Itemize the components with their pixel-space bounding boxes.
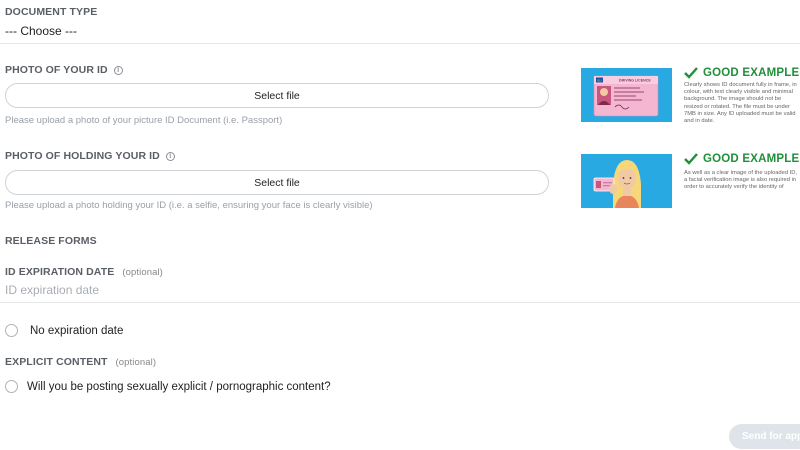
photo-id-example-description: Clearly shows ID document fully in frame…	[684, 82, 797, 125]
selfie-example-image	[581, 154, 672, 208]
divider	[0, 43, 800, 44]
holding-id-select-file-button[interactable]: Select file	[5, 170, 549, 195]
no-expiration-radio[interactable]	[5, 324, 18, 337]
holding-id-help-text: Please upload a photo holding your ID (i…	[5, 200, 373, 211]
card-header-text: DRIVING LICENCE	[619, 79, 651, 83]
info-icon[interactable]: i	[113, 65, 123, 75]
card-region-text: EU	[597, 78, 601, 82]
check-icon	[684, 67, 698, 79]
good-example-text: GOOD EXAMPLE	[703, 153, 800, 165]
document-type-select[interactable]: --- Choose ---	[5, 24, 77, 38]
id-card-example-image: EU DRIVING LICENCE	[581, 68, 672, 122]
holding-id-label-text: PHOTO OF HOLDING YOUR ID	[5, 150, 160, 162]
id-expiration-label: ID EXPIRATION DATE (optional)	[5, 266, 163, 278]
id-expiration-date-input[interactable]: ID expiration date	[5, 283, 99, 297]
photo-id-good-example-title: GOOD EXAMPLE	[684, 67, 799, 79]
id-expiration-label-text: ID EXPIRATION DATE	[5, 266, 115, 278]
photo-id-label: PHOTO OF YOUR ID i	[5, 64, 123, 76]
document-type-label: DOCUMENT TYPE	[5, 6, 97, 18]
explicit-content-option[interactable]: Will you be posting sexually explicit / …	[5, 380, 331, 393]
explicit-content-radio[interactable]	[5, 380, 18, 393]
no-expiration-option[interactable]: No expiration date	[5, 324, 123, 337]
photo-id-select-file-button[interactable]: Select file	[5, 83, 549, 108]
holding-id-good-example-title: GOOD EXAMPLE	[684, 153, 799, 165]
document-type-label-text: DOCUMENT TYPE	[5, 6, 98, 18]
optional-tag: (optional)	[115, 356, 157, 368]
explicit-content-question: Will you be posting sexually explicit / …	[27, 380, 331, 393]
holding-id-example-description: As well as a clear image of the uploaded…	[684, 170, 798, 191]
holding-id-label: PHOTO OF HOLDING YOUR ID i	[5, 150, 175, 162]
release-forms-label-text: RELEASE FORMS	[5, 235, 97, 247]
good-example-text: GOOD EXAMPLE	[703, 67, 800, 79]
optional-tag: (optional)	[122, 266, 163, 278]
photo-id-help-text: Please upload a photo of your picture ID…	[5, 115, 283, 126]
id-card-illustration: EU DRIVING LICENCE	[581, 68, 672, 122]
release-forms-label: RELEASE FORMS	[5, 235, 97, 247]
check-icon	[684, 153, 698, 165]
send-for-approval-button[interactable]: Send for app	[729, 424, 800, 449]
selfie-illustration	[581, 154, 672, 208]
info-icon[interactable]: i	[165, 151, 175, 161]
explicit-content-label-text: EXPLICIT CONTENT	[5, 356, 108, 368]
divider	[0, 302, 800, 303]
no-expiration-label: No expiration date	[30, 324, 124, 337]
explicit-content-label: EXPLICIT CONTENT (optional)	[5, 356, 156, 368]
photo-id-label-text: PHOTO OF YOUR ID	[5, 64, 108, 76]
